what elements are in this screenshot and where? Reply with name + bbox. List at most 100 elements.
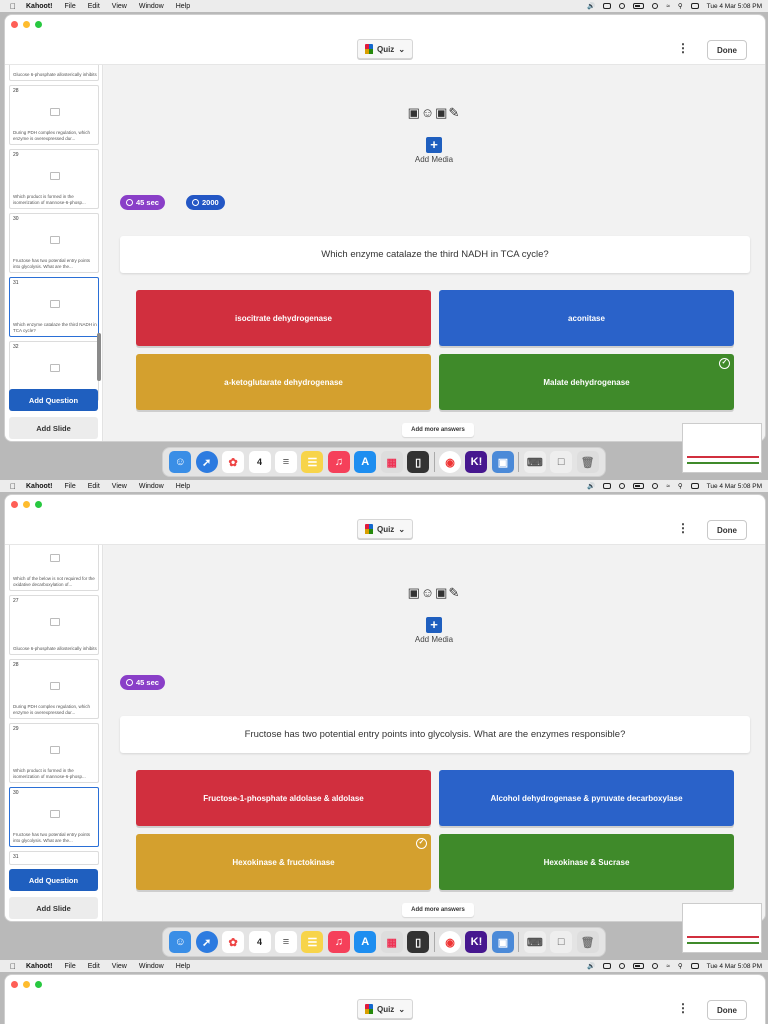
menu-view[interactable]: View: [112, 483, 127, 490]
control-center-icon[interactable]: [690, 963, 699, 969]
slide-thumbnail[interactable]: 30 Fructose has two potential entry poin…: [9, 213, 99, 273]
focus-icon[interactable]: [652, 963, 659, 969]
menu-file[interactable]: File: [64, 3, 75, 10]
add-media-area[interactable]: ▣☺▣✎ + Add Media: [394, 105, 474, 164]
question-input[interactable]: Fructose has two potential entry points …: [120, 716, 750, 753]
reminders-icon[interactable]: ≡: [274, 931, 297, 953]
launchpad-icon[interactable]: ▦: [380, 451, 403, 473]
battery-icon[interactable]: [633, 3, 645, 9]
apple-icon[interactable]: : [10, 482, 16, 491]
menu-window[interactable]: Window: [139, 483, 164, 490]
launchpad-icon[interactable]: ▦: [380, 931, 403, 953]
volume-icon[interactable]: 🔊: [587, 482, 595, 490]
slide-thumbnail[interactable]: 31: [9, 851, 99, 865]
more-options-icon[interactable]: ⋮: [677, 41, 689, 55]
control-center-icon[interactable]: [690, 3, 699, 9]
slide-thumbnail[interactable]: 29 Which product is formed in the isomer…: [9, 149, 99, 209]
menu-window[interactable]: Window: [139, 963, 164, 970]
add-question-button[interactable]: Add Question: [9, 869, 98, 891]
minimize-window-button[interactable]: [23, 981, 30, 988]
sidebar-scrollbar[interactable]: [97, 333, 101, 381]
add-more-answers-button[interactable]: Add more answers: [402, 903, 474, 917]
slide-thumbnail[interactable]: 28 During PDH complex regulation, which …: [9, 85, 99, 145]
apple-icon[interactable]: : [10, 2, 16, 11]
answer-option-blue[interactable]: Alcohol dehydrogenase & pyruvate decarbo…: [439, 770, 734, 826]
input-source-icon[interactable]: [603, 3, 612, 9]
add-question-button[interactable]: Add Question: [9, 389, 98, 411]
calendar-icon[interactable]: 4: [248, 931, 271, 953]
more-options-icon[interactable]: ⋮: [677, 1001, 689, 1015]
menu-edit[interactable]: Edit: [88, 3, 100, 10]
question-type-select[interactable]: Quiz ⌄: [357, 39, 413, 59]
preview-icon[interactable]: ▣: [491, 931, 514, 953]
input-source-icon[interactable]: [603, 963, 612, 969]
time-limit-pill[interactable]: 45 sec: [120, 675, 165, 690]
menu-help[interactable]: Help: [176, 3, 190, 10]
close-window-button[interactable]: [11, 21, 18, 28]
music-icon[interactable]: ♫: [327, 931, 350, 953]
add-slide-button[interactable]: Add Slide: [9, 897, 98, 919]
menu-view[interactable]: View: [112, 963, 127, 970]
app-store-icon[interactable]: A: [354, 451, 377, 473]
reminders-icon[interactable]: ≡: [274, 451, 297, 473]
add-slide-button[interactable]: Add Slide: [9, 417, 98, 439]
question-type-select[interactable]: Quiz ⌄: [357, 519, 413, 539]
volume-icon[interactable]: 🔊: [587, 962, 595, 970]
zoom-window-button[interactable]: [35, 21, 42, 28]
menu-window[interactable]: Window: [139, 3, 164, 10]
done-button[interactable]: Done: [707, 520, 747, 540]
preview-icon[interactable]: ▣: [491, 451, 514, 473]
wifi-icon[interactable]: ≈: [666, 483, 670, 490]
zoom-window-button[interactable]: [35, 981, 42, 988]
more-options-icon[interactable]: ⋮: [677, 521, 689, 535]
screen-record-icon[interactable]: [619, 963, 626, 969]
notes-icon[interactable]: ☰: [301, 451, 324, 473]
screen-record-icon[interactable]: [619, 483, 626, 489]
notes-icon[interactable]: ☰: [301, 931, 324, 953]
app-store-icon[interactable]: A: [354, 931, 377, 953]
menu-app-name[interactable]: Kahoot!: [26, 483, 52, 490]
add-more-answers-button[interactable]: Add more answers: [402, 423, 474, 437]
slide-thumbnail[interactable]: 29 Which product is formed in the isomer…: [9, 723, 99, 783]
focus-icon[interactable]: [652, 483, 659, 489]
minimize-window-button[interactable]: [23, 501, 30, 508]
time-limit-pill[interactable]: 45 sec: [120, 195, 165, 210]
menu-edit[interactable]: Edit: [88, 483, 100, 490]
control-center-icon[interactable]: [690, 483, 699, 489]
points-pill[interactable]: 2000: [186, 195, 225, 210]
add-media-area[interactable]: ▣☺▣✎ + Add Media: [394, 585, 474, 644]
focus-icon[interactable]: [652, 3, 659, 9]
correct-check-icon[interactable]: ✓: [416, 838, 427, 849]
menu-file[interactable]: File: [64, 963, 75, 970]
screenshot-icon[interactable]: □: [550, 451, 573, 473]
menu-clock[interactable]: Tue 4 Mar 5:08 PM: [707, 963, 762, 970]
music-icon[interactable]: ♫: [327, 451, 350, 473]
menu-app-name[interactable]: Kahoot!: [26, 3, 52, 10]
kahoot-icon[interactable]: K!: [465, 931, 488, 953]
trash-icon[interactable]: 🗑: [576, 451, 599, 473]
battery-icon[interactable]: [633, 483, 645, 489]
apple-icon[interactable]: : [10, 962, 16, 971]
menu-help[interactable]: Help: [176, 963, 190, 970]
slide-thumbnail-selected[interactable]: 31 Which enzyme catalaze the third NADH …: [9, 277, 99, 337]
input-source-icon[interactable]: [603, 483, 612, 489]
chrome-icon[interactable]: ◉: [439, 931, 462, 953]
battery-icon[interactable]: [633, 963, 645, 969]
safari-icon[interactable]: ➚: [195, 931, 218, 953]
chrome-icon[interactable]: ◉: [439, 451, 462, 473]
screen-record-icon[interactable]: [619, 3, 626, 9]
answer-option-blue[interactable]: aconitase: [439, 290, 734, 346]
screenshot-thumbnail-preview[interactable]: [682, 903, 762, 953]
answer-option-green[interactable]: Malate dehydrogenase ✓: [439, 354, 734, 410]
menu-clock[interactable]: Tue 4 Mar 5:08 PM: [707, 483, 762, 490]
done-button[interactable]: Done: [707, 1000, 747, 1020]
menu-edit[interactable]: Edit: [88, 963, 100, 970]
correct-check-icon[interactable]: ✓: [719, 358, 730, 369]
slide-thumbnail[interactable]: 28 During PDH complex regulation, which …: [9, 659, 99, 719]
spotlight-icon[interactable]: ⚲: [678, 482, 683, 490]
finder-icon[interactable]: ☺: [169, 451, 192, 473]
photos-icon[interactable]: ✿: [222, 931, 245, 953]
answer-option-red[interactable]: isocitrate dehydrogenase: [136, 290, 431, 346]
menu-clock[interactable]: Tue 4 Mar 5:08 PM: [707, 3, 762, 10]
answer-option-red[interactable]: Fructose-1-phosphate aldolase & aldolase: [136, 770, 431, 826]
